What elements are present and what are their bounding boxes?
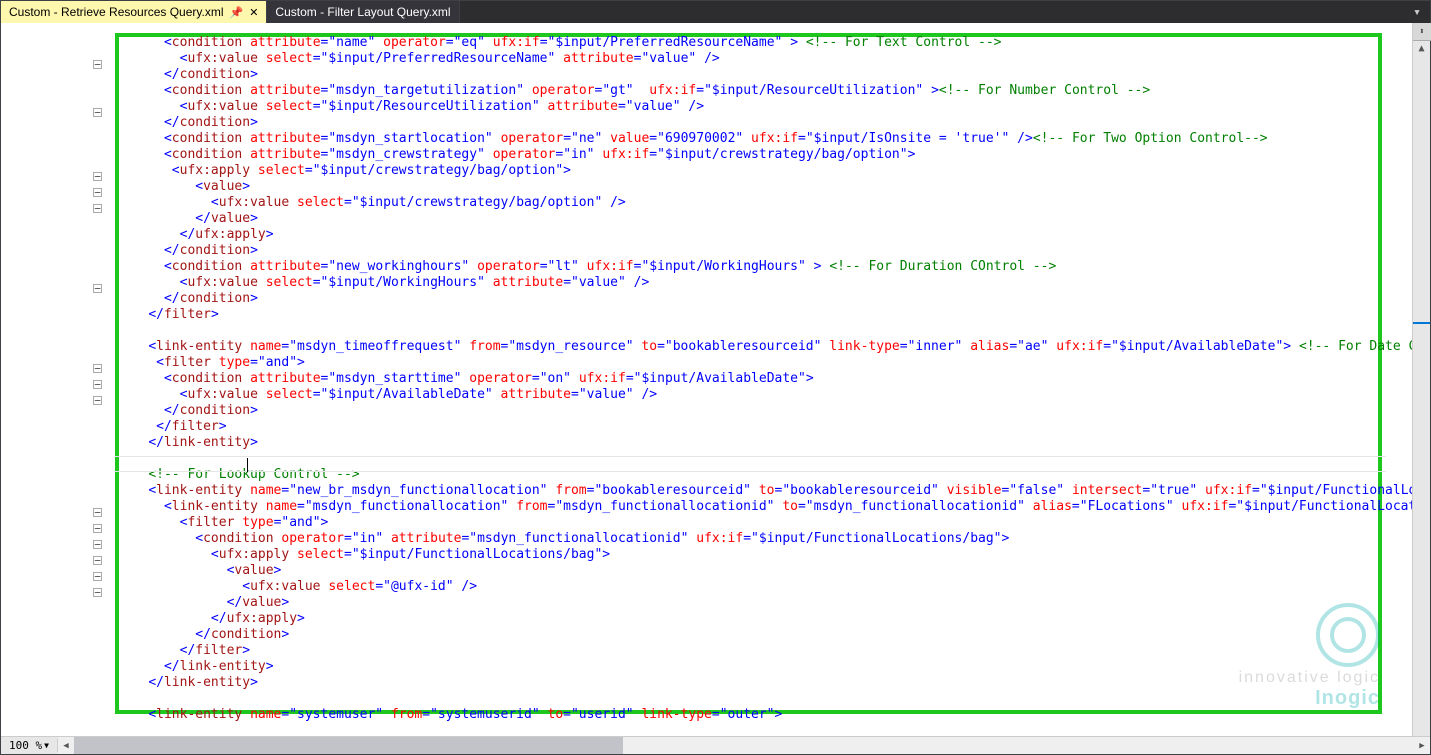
code-line[interactable] bbox=[117, 323, 1394, 339]
code-line[interactable]: <value> bbox=[117, 563, 1394, 579]
horizontal-scrollbar[interactable]: ◀ ▶ bbox=[58, 737, 1430, 754]
code-canvas[interactable]: − − − − − − − − − − − − − − − <condition attribute="na… bbox=[59, 23, 1412, 736]
code-line[interactable]: <ufx:value select="$input/WorkingHours" … bbox=[117, 275, 1394, 291]
code-line[interactable]: <filter type="and"> bbox=[117, 515, 1394, 531]
code-line[interactable]: </value> bbox=[117, 595, 1394, 611]
code-line[interactable]: <ufx:apply select="$input/crewstrategy/b… bbox=[117, 163, 1394, 179]
code-line[interactable]: <filter type="and"> bbox=[117, 355, 1394, 371]
code-line[interactable]: <ufx:value select="$input/AvailableDate"… bbox=[117, 387, 1394, 403]
code-line[interactable]: </value> bbox=[117, 211, 1394, 227]
fold-toggle-icon[interactable]: − bbox=[93, 108, 102, 117]
fold-toggle-icon[interactable]: − bbox=[93, 284, 102, 293]
fold-toggle-icon[interactable]: − bbox=[93, 380, 102, 389]
code-line[interactable]: <condition attribute="new_workinghours" … bbox=[117, 259, 1394, 275]
code-line[interactable]: <!-- For Lookup Control --> bbox=[117, 467, 1394, 483]
fold-toggle-icon[interactable]: − bbox=[93, 572, 102, 581]
fold-toggle-icon[interactable]: − bbox=[93, 396, 102, 405]
fold-toggle-icon[interactable]: − bbox=[93, 556, 102, 565]
code-line[interactable]: <condition attribute="msdyn_targetutiliz… bbox=[117, 83, 1394, 99]
tab-label: Custom - Filter Layout Query.xml bbox=[275, 5, 450, 19]
code-line[interactable]: <value> bbox=[117, 179, 1394, 195]
ide-window: Custom - Retrieve Resources Query.xml 📌 … bbox=[0, 0, 1431, 755]
zoom-value: 100 % bbox=[9, 739, 42, 752]
fold-toggle-icon[interactable]: − bbox=[93, 172, 102, 181]
code-line[interactable]: <ufx:value select="$input/crewstrategy/b… bbox=[117, 195, 1394, 211]
close-icon[interactable]: ✕ bbox=[249, 6, 258, 19]
code-line[interactable]: </condition> bbox=[117, 243, 1394, 259]
code-line[interactable]: </condition> bbox=[117, 115, 1394, 131]
vertical-scrollbar[interactable]: ⬍ ▲ bbox=[1412, 23, 1430, 736]
split-icon[interactable]: ⬍ bbox=[1413, 23, 1431, 41]
tab-overflow-icon[interactable]: ▾ bbox=[1408, 1, 1426, 23]
text-caret bbox=[247, 458, 248, 472]
code-line[interactable]: </link-entity> bbox=[117, 675, 1394, 691]
tab-inactive[interactable]: Custom - Filter Layout Query.xml bbox=[267, 1, 459, 23]
code-line[interactable]: </link-entity> bbox=[117, 659, 1394, 675]
code-line[interactable]: </ufx:apply> bbox=[117, 227, 1394, 243]
fold-toggle-icon[interactable]: − bbox=[93, 188, 102, 197]
scroll-right-icon[interactable]: ▶ bbox=[1414, 737, 1430, 754]
pin-icon[interactable]: 📌 bbox=[230, 6, 244, 19]
zoom-selector[interactable]: 100 % ▼ bbox=[1, 739, 58, 752]
code-line[interactable]: <ufx:apply select="$input/FunctionalLoca… bbox=[117, 547, 1394, 563]
status-bar: 100 % ▼ ◀ ▶ bbox=[1, 736, 1430, 754]
tab-label: Custom - Retrieve Resources Query.xml bbox=[9, 5, 224, 19]
scroll-left-icon[interactable]: ◀ bbox=[58, 737, 74, 754]
code-line[interactable]: <link-entity name="msdyn_timeoffrequest"… bbox=[117, 339, 1394, 355]
code-line[interactable]: <ufx:value select="$input/PreferredResou… bbox=[117, 51, 1394, 67]
code-line[interactable]: <ufx:value select="$input/ResourceUtiliz… bbox=[117, 99, 1394, 115]
scrollbar-thumb[interactable] bbox=[74, 737, 623, 754]
code-line[interactable]: <condition operator="in" attribute="msdy… bbox=[117, 531, 1394, 547]
code-line[interactable]: <ufx:value select="@ufx-id" /> bbox=[117, 579, 1394, 595]
tab-active[interactable]: Custom - Retrieve Resources Query.xml 📌 … bbox=[1, 1, 267, 23]
code-line[interactable]: <condition attribute="name" operator="eq… bbox=[117, 35, 1394, 51]
code-line[interactable]: <condition attribute="msdyn_starttime" o… bbox=[117, 371, 1394, 387]
fold-toggle-icon[interactable]: − bbox=[93, 524, 102, 533]
code-line[interactable]: <condition attribute="msdyn_crewstrategy… bbox=[117, 147, 1394, 163]
editor-area: − − − − − − − − − − − − − − − <condition attribute="na… bbox=[1, 23, 1430, 736]
scroll-up-icon[interactable]: ▲ bbox=[1413, 43, 1430, 54]
fold-toggle-icon[interactable]: − bbox=[93, 540, 102, 549]
fold-toggle-icon[interactable]: − bbox=[93, 588, 102, 597]
code-line[interactable]: </filter> bbox=[117, 307, 1394, 323]
code-line[interactable] bbox=[117, 451, 1394, 467]
code-content[interactable]: <condition attribute="name" operator="eq… bbox=[117, 35, 1394, 723]
code-line[interactable]: <condition attribute="msdyn_startlocatio… bbox=[117, 131, 1394, 147]
code-line[interactable]: <link-entity name="msdyn_functionallocat… bbox=[117, 499, 1394, 515]
code-line[interactable]: </filter> bbox=[117, 419, 1394, 435]
code-line[interactable]: </condition> bbox=[117, 291, 1394, 307]
code-line[interactable]: </ufx:apply> bbox=[117, 611, 1394, 627]
code-line[interactable]: <link-entity name="systemuser" from="sys… bbox=[117, 707, 1394, 723]
code-line[interactable]: </link-entity> bbox=[117, 435, 1394, 451]
gutter bbox=[1, 23, 59, 736]
code-line[interactable]: <link-entity name="new_br_msdyn_function… bbox=[117, 483, 1394, 499]
tab-bar: Custom - Retrieve Resources Query.xml 📌 … bbox=[1, 1, 1430, 23]
fold-toggle-icon[interactable]: − bbox=[93, 204, 102, 213]
caret-marker bbox=[1413, 322, 1430, 324]
code-line[interactable]: </filter> bbox=[117, 643, 1394, 659]
code-line[interactable]: </condition> bbox=[117, 627, 1394, 643]
fold-toggle-icon[interactable]: − bbox=[93, 508, 102, 517]
code-line[interactable]: </condition> bbox=[117, 403, 1394, 419]
code-line[interactable]: </condition> bbox=[117, 67, 1394, 83]
fold-toggle-icon[interactable]: − bbox=[93, 60, 102, 69]
code-line[interactable] bbox=[117, 691, 1394, 707]
fold-toggle-icon[interactable]: − bbox=[93, 364, 102, 373]
chevron-down-icon: ▼ bbox=[44, 741, 49, 750]
